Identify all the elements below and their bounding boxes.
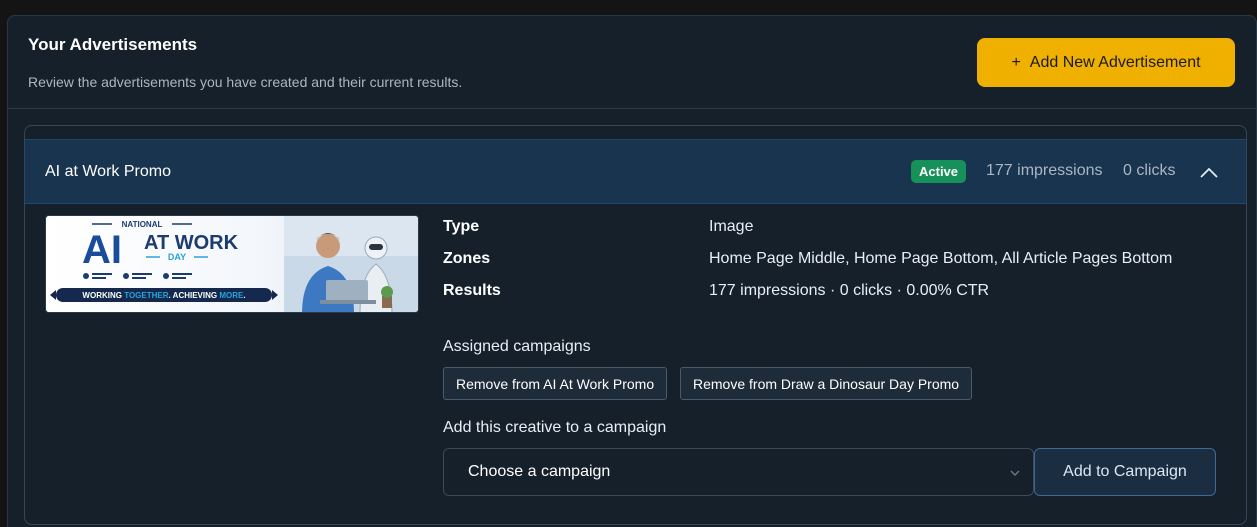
ad-text-at-work: AT WORK — [144, 232, 239, 254]
zones-value: Home Page Middle, Home Page Bottom, All … — [709, 250, 1173, 267]
collapse-button[interactable] — [1197, 160, 1221, 184]
type-label: Type — [443, 218, 480, 235]
ad-card: AI at Work Promo Active 177 impressions … — [24, 125, 1247, 525]
panel-header: Your Advertisements Review the advertise… — [8, 16, 1256, 109]
clicks-count: 0 clicks — [1123, 162, 1176, 179]
chevron-up-icon — [1200, 167, 1218, 178]
advertisements-panel: Your Advertisements Review the advertise… — [7, 15, 1257, 527]
chevron-down-icon — [1010, 470, 1020, 476]
results-value: 177 impressions · 0 clicks · 0.00% CTR — [709, 282, 990, 299]
plus-icon: + — [1011, 53, 1021, 71]
page-title: Your Advertisements — [28, 35, 198, 54]
ad-text-ai: AI — [82, 228, 122, 272]
impressions-count: 177 impressions — [986, 162, 1103, 179]
add-new-advertisement-label: Add New Advertisement — [1029, 53, 1201, 71]
results-label: Results — [443, 282, 501, 299]
ad-tagline: WORKING TOGETHER. ACHIEVING MORE. — [82, 291, 245, 300]
add-to-campaign-button[interactable]: Add to Campaign — [1034, 448, 1216, 496]
ad-card-header[interactable]: AI at Work Promo Active 177 impressions … — [25, 139, 1246, 204]
add-to-campaign-label: Add this creative to a campaign — [443, 419, 667, 436]
add-new-advertisement-button[interactable]: + Add New Advertisement — [977, 38, 1235, 87]
campaign-select[interactable]: Choose a campaign — [443, 448, 1034, 496]
campaign-select-value: Choose a campaign — [468, 463, 611, 480]
remove-from-ai-at-work-button[interactable]: Remove from AI At Work Promo — [443, 367, 668, 400]
type-value: Image — [709, 218, 754, 235]
ad-text-national: NATIONAL — [122, 220, 163, 229]
assigned-campaigns-label: Assigned campaigns — [443, 338, 591, 355]
status-badge: Active — [911, 160, 967, 183]
ad-text-day: DAY — [168, 252, 186, 262]
zones-label: Zones — [443, 250, 491, 267]
page-subtitle: Review the advertisements you have creat… — [28, 74, 463, 90]
ad-creative-image: NATIONAL AI AT WORK DAY WORKING TOGETHER… — [45, 215, 419, 313]
remove-from-dinosaur-day-button[interactable]: Remove from Draw a Dinosaur Day Promo — [680, 367, 973, 400]
ad-title: AI at Work Promo — [45, 163, 171, 180]
